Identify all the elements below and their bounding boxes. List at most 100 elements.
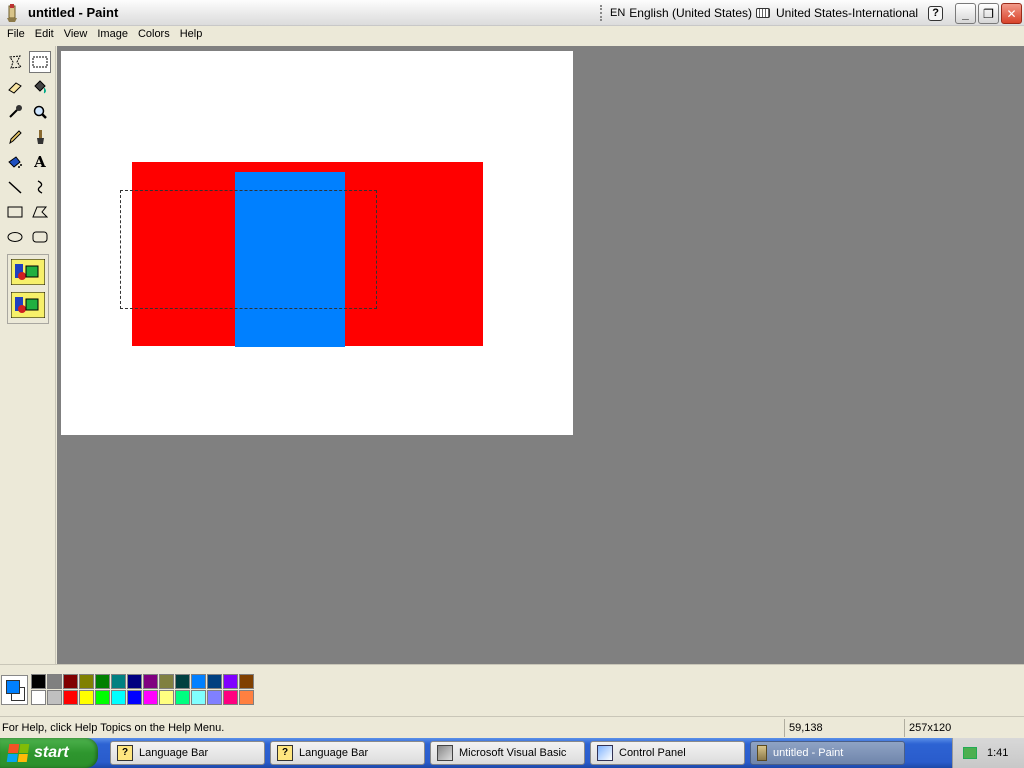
palette-swatch[interactable] <box>159 674 174 689</box>
selection-marquee[interactable] <box>120 190 377 309</box>
rounded-rectangle-icon[interactable] <box>29 226 51 248</box>
menu-help[interactable]: Help <box>175 26 208 45</box>
menu-colors[interactable]: Colors <box>133 26 175 45</box>
palette-swatch[interactable] <box>79 674 94 689</box>
task-paint[interactable]: untitled - Paint <box>750 741 905 765</box>
palette-swatch[interactable] <box>239 674 254 689</box>
control-panel-icon <box>597 745 613 761</box>
status-bar: For Help, click Help Topics on the Help … <box>0 716 1024 738</box>
visual-basic-icon <box>437 745 453 761</box>
windows-logo-icon <box>6 744 30 762</box>
foreground-color[interactable] <box>6 680 20 694</box>
current-colors[interactable] <box>1 675 28 705</box>
task-label: Language Bar <box>139 747 209 759</box>
palette-swatch[interactable] <box>207 674 222 689</box>
magnifier-icon[interactable] <box>29 101 51 123</box>
restore-button[interactable]: ❐ <box>978 3 999 24</box>
task-visual-basic[interactable]: Microsoft Visual Basic <box>430 741 585 765</box>
palette-swatch[interactable] <box>207 690 222 705</box>
palette-swatch[interactable] <box>239 690 254 705</box>
task-control-panel[interactable]: Control Panel <box>590 741 745 765</box>
palette-swatch[interactable] <box>191 690 206 705</box>
menu-view[interactable]: View <box>59 26 93 45</box>
select-icon[interactable] <box>29 51 51 73</box>
palette-swatch[interactable] <box>159 690 174 705</box>
canvas-workspace[interactable] <box>57 46 1024 664</box>
cursor-position: 59,138 <box>784 719 902 737</box>
drawing-canvas[interactable] <box>61 51 573 435</box>
palette-swatch[interactable] <box>79 690 94 705</box>
close-button[interactable]: ✕ <box>1001 3 1022 24</box>
keyboard-icon[interactable] <box>756 8 771 18</box>
start-label: start <box>34 744 69 761</box>
palette-swatch[interactable] <box>31 674 46 689</box>
clock[interactable]: 1:41 <box>987 747 1008 759</box>
language-code[interactable]: EN <box>610 7 625 19</box>
language-bar-icon: ? <box>117 745 133 761</box>
palette-swatch[interactable] <box>223 690 238 705</box>
menu-edit[interactable]: Edit <box>30 26 59 45</box>
palette-swatch[interactable] <box>63 674 78 689</box>
minimize-button[interactable]: _ <box>955 3 976 24</box>
taskbar: start ? Language Bar ? Language Bar Micr… <box>0 738 1024 768</box>
selection-size: 257x120 <box>904 719 1014 737</box>
pencil-icon[interactable] <box>4 126 26 148</box>
rectangle-icon[interactable] <box>4 201 26 223</box>
palette-swatch[interactable] <box>127 674 142 689</box>
color-box <box>0 664 1024 714</box>
network-icon[interactable] <box>963 747 977 759</box>
tool-options-panel <box>7 254 49 324</box>
palette-swatch[interactable] <box>127 690 142 705</box>
window-title: untitled - Paint <box>28 5 119 20</box>
palette-swatch[interactable] <box>47 674 62 689</box>
language-name[interactable]: English (United States) <box>629 6 752 20</box>
palette-swatch[interactable] <box>175 690 190 705</box>
task-label: untitled - Paint <box>773 747 844 759</box>
curve-icon[interactable] <box>29 176 51 198</box>
status-help-text: For Help, click Help Topics on the Help … <box>2 722 225 734</box>
airbrush-icon[interactable] <box>4 151 26 173</box>
color-palette <box>31 674 255 706</box>
task-language-bar-1[interactable]: ? Language Bar <box>110 741 265 765</box>
palette-swatch[interactable] <box>191 674 206 689</box>
free-form-select-icon[interactable] <box>4 51 26 73</box>
text-icon[interactable]: A <box>29 151 51 173</box>
title-bar[interactable]: untitled - Paint EN English (United Stat… <box>0 0 1024 26</box>
ellipse-icon[interactable] <box>4 226 26 248</box>
language-bar[interactable]: EN English (United States) United States… <box>600 4 963 22</box>
polygon-icon[interactable] <box>29 201 51 223</box>
start-button[interactable]: start <box>0 738 98 768</box>
menu-file[interactable]: File <box>2 26 30 45</box>
palette-swatch[interactable] <box>95 690 110 705</box>
paint-app-icon <box>757 745 767 761</box>
system-tray: 1:41 <box>952 738 1024 768</box>
pick-color-icon[interactable] <box>4 101 26 123</box>
palette-swatch[interactable] <box>223 674 238 689</box>
palette-swatch[interactable] <box>47 690 62 705</box>
menu-image[interactable]: Image <box>92 26 133 45</box>
help-icon[interactable]: ? <box>928 5 944 21</box>
language-bar-icon: ? <box>277 745 293 761</box>
palette-swatch[interactable] <box>143 690 158 705</box>
palette-swatch[interactable] <box>175 674 190 689</box>
palette-swatch[interactable] <box>31 690 46 705</box>
palette-swatch[interactable] <box>111 674 126 689</box>
line-icon[interactable] <box>4 176 26 198</box>
opaque-background-icon[interactable] <box>11 259 45 285</box>
task-language-bar-2[interactable]: ? Language Bar <box>270 741 425 765</box>
palette-swatch[interactable] <box>143 674 158 689</box>
toolbox: A <box>0 46 56 664</box>
paint-app-icon <box>7 4 17 22</box>
palette-swatch[interactable] <box>63 690 78 705</box>
grip-handle[interactable] <box>600 5 606 21</box>
eraser-icon[interactable] <box>4 76 26 98</box>
palette-swatch[interactable] <box>95 674 110 689</box>
palette-swatch[interactable] <box>111 690 126 705</box>
fill-with-color-icon[interactable] <box>29 76 51 98</box>
menu-bar: File Edit View Image Colors Help <box>0 26 1024 45</box>
brush-icon[interactable] <box>29 126 51 148</box>
transparent-background-icon[interactable] <box>11 292 45 318</box>
task-label: Language Bar <box>299 747 369 759</box>
keyboard-layout[interactable]: United States-International <box>776 6 918 20</box>
task-label: Microsoft Visual Basic <box>459 747 567 759</box>
